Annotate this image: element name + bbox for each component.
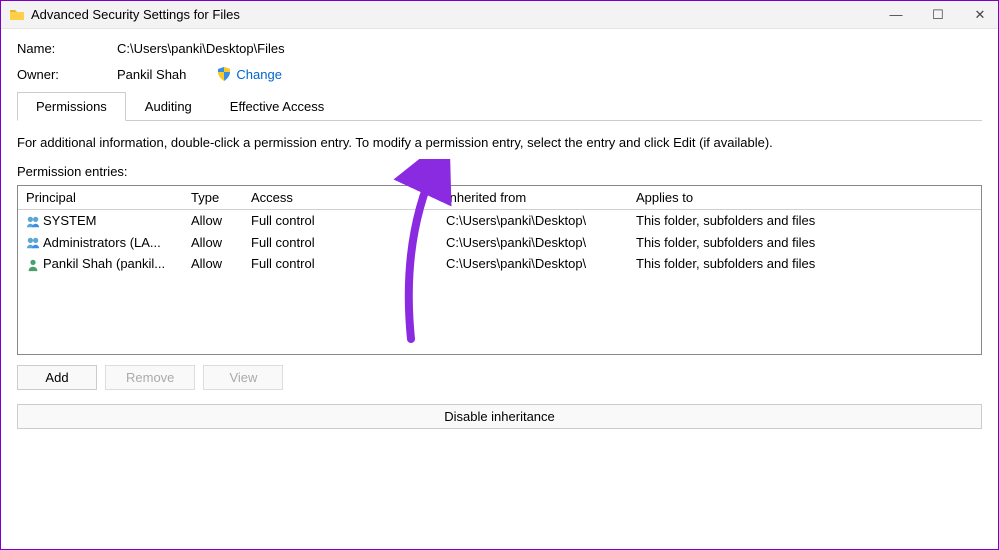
name-label: Name: <box>17 41 117 56</box>
permissions-table: Principal Type Access Inherited from App… <box>18 186 981 275</box>
col-type[interactable]: Type <box>183 186 243 210</box>
permissions-table-container: Principal Type Access Inherited from App… <box>17 185 982 355</box>
entries-label: Permission entries: <box>17 164 982 179</box>
principal-cell: Pankil Shah (pankil... <box>43 256 165 271</box>
col-applies[interactable]: Applies to <box>628 186 981 210</box>
owner-row: Owner: Pankil Shah Change <box>17 66 982 82</box>
tabs: Permissions Auditing Effective Access <box>17 92 982 121</box>
change-owner-link[interactable]: Change <box>236 67 282 82</box>
minimize-button[interactable]: — <box>886 7 906 22</box>
shield-icon <box>216 66 232 82</box>
type-cell: Allow <box>183 253 243 275</box>
owner-label: Owner: <box>17 67 117 82</box>
table-row[interactable]: Pankil Shah (pankil... AllowFull controlC… <box>18 253 981 275</box>
name-value: C:\Users\panki\Desktop\Files <box>117 41 285 56</box>
name-row: Name: C:\Users\panki\Desktop\Files <box>17 41 982 56</box>
applies-cell: This folder, subfolders and files <box>628 232 981 254</box>
col-principal[interactable]: Principal <box>18 186 183 210</box>
principal-icon <box>26 236 40 250</box>
tab-effective-access[interactable]: Effective Access <box>211 92 343 121</box>
col-access[interactable]: Access <box>243 186 438 210</box>
titlebar: Advanced Security Settings for Files — ☐… <box>1 1 998 29</box>
disable-inheritance-button[interactable]: Disable inheritance <box>17 404 982 429</box>
access-cell: Full control <box>243 210 438 232</box>
inherited-cell: C:\Users\panki\Desktop\ <box>438 253 628 275</box>
help-text: For additional information, double-click… <box>17 135 982 150</box>
type-cell: Allow <box>183 210 243 232</box>
principal-icon <box>26 258 40 272</box>
table-row[interactable]: Administrators (LA... AllowFull controlC:… <box>18 232 981 254</box>
view-button[interactable]: View <box>203 365 283 390</box>
access-cell: Full control <box>243 232 438 254</box>
maximize-button[interactable]: ☐ <box>928 7 948 23</box>
window-controls: — ☐ ✕ <box>886 7 990 23</box>
remove-button[interactable]: Remove <box>105 365 195 390</box>
principal-icon <box>26 215 40 229</box>
table-row[interactable]: SYSTEM AllowFull controlC:\Users\panki\De… <box>18 210 981 232</box>
principal-cell: SYSTEM <box>43 213 96 228</box>
inherited-cell: C:\Users\panki\Desktop\ <box>438 232 628 254</box>
access-cell: Full control <box>243 253 438 275</box>
tab-auditing[interactable]: Auditing <box>126 92 211 121</box>
type-cell: Allow <box>183 232 243 254</box>
applies-cell: This folder, subfolders and files <box>628 253 981 275</box>
applies-cell: This folder, subfolders and files <box>628 210 981 232</box>
window-title: Advanced Security Settings for Files <box>31 7 886 22</box>
tab-permissions[interactable]: Permissions <box>17 92 126 121</box>
col-inherited[interactable]: Inherited from <box>438 186 628 210</box>
inherited-cell: C:\Users\panki\Desktop\ <box>438 210 628 232</box>
close-button[interactable]: ✕ <box>970 7 990 23</box>
folder-icon <box>9 7 25 23</box>
button-row: Add Remove View <box>17 365 982 390</box>
disable-inheritance-row: Disable inheritance <box>17 404 982 429</box>
principal-cell: Administrators (LA... <box>43 235 161 250</box>
security-window: Advanced Security Settings for Files — ☐… <box>1 1 998 549</box>
add-button[interactable]: Add <box>17 365 97 390</box>
owner-value: Pankil Shah <box>117 67 186 82</box>
content-area: Name: C:\Users\panki\Desktop\Files Owner… <box>1 29 998 549</box>
